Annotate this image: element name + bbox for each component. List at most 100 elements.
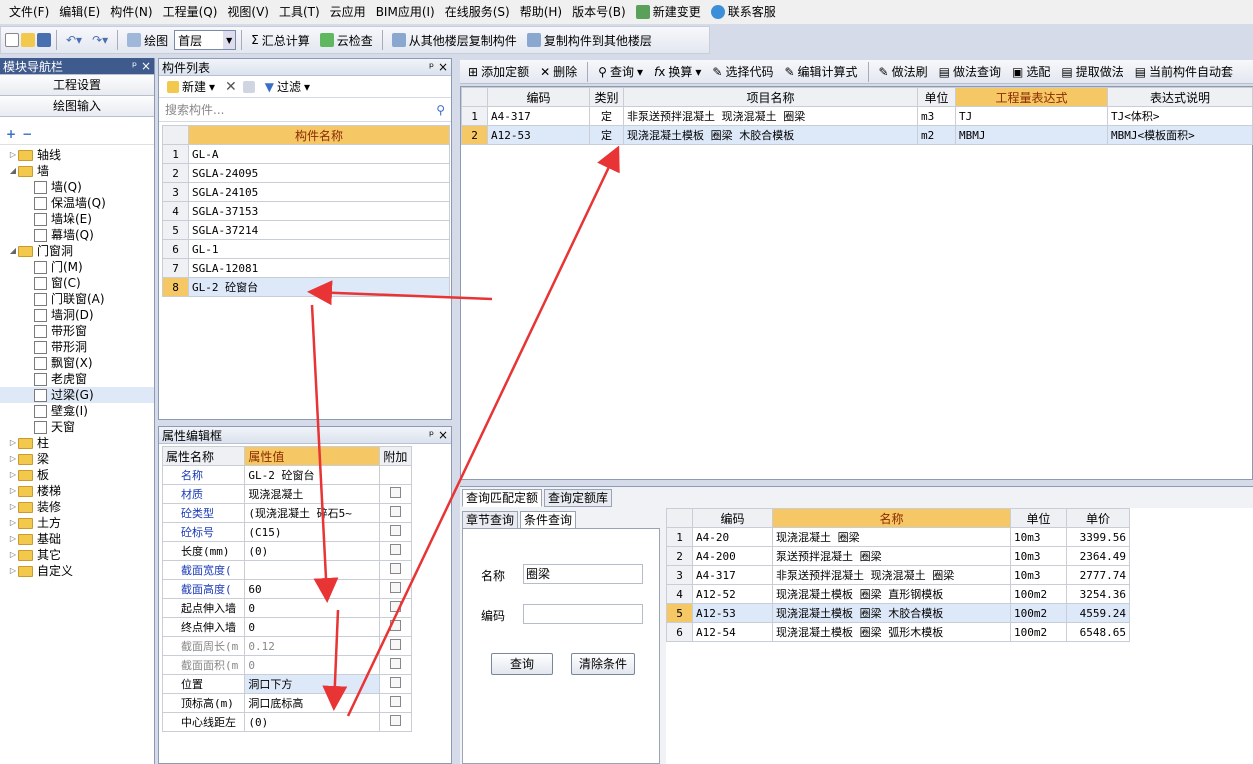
quota-name-cell[interactable]: 现浇混凝土模板 圈梁 木胶合模板 — [623, 125, 918, 145]
tree-node[interactable]: 墙洞(D) — [0, 307, 154, 323]
extra-checkbox[interactable] — [389, 620, 401, 631]
draw-button[interactable]: 绘图 — [123, 29, 172, 51]
tree-node[interactable]: ▷ 土方 — [0, 515, 154, 531]
quota-desc-cell[interactable]: MBMJ<模板面积> — [1107, 125, 1253, 145]
tree-node[interactable]: ▷ 柱 — [0, 435, 154, 451]
extra-checkbox[interactable] — [389, 487, 401, 498]
save-icon[interactable] — [37, 33, 51, 47]
component-row[interactable]: 7 SGLA-12081 — [162, 258, 450, 278]
code-field[interactable] — [523, 604, 643, 624]
tab-condition-query[interactable]: 条件查询 — [520, 511, 577, 529]
property-row[interactable]: 位置 洞口下方 — [161, 674, 413, 694]
expand-all-icon[interactable]: + — [6, 127, 16, 141]
expand-toggle-icon[interactable]: ◢ — [8, 163, 18, 179]
expand-toggle-icon[interactable]: ▷ — [8, 467, 18, 483]
property-value[interactable] — [244, 560, 380, 580]
auto-apply-button[interactable]: ▤ 当前构件自动套 — [1131, 61, 1237, 83]
floor-select[interactable]: 首层 ▼ — [174, 30, 237, 50]
extra-checkbox[interactable] — [389, 696, 401, 707]
tab-chapter-query[interactable]: 章节查询 — [462, 511, 519, 529]
menu-cloud[interactable]: 云应用 — [325, 1, 371, 23]
menu-file[interactable]: 文件(F) — [4, 1, 54, 23]
tree-node[interactable]: 壁龛(I) — [0, 403, 154, 419]
query-button[interactable]: 查询 — [491, 653, 553, 675]
tree-node[interactable]: 过梁(G) — [0, 387, 154, 403]
delete-button[interactable]: ✕ 删除 — [536, 61, 581, 83]
property-row[interactable]: 中心线距左 (0) — [161, 712, 413, 732]
select-code-button[interactable]: ✎ 选择代码 — [708, 61, 777, 83]
extra-checkbox[interactable] — [389, 639, 401, 650]
expand-toggle-icon[interactable]: ▷ — [8, 547, 18, 563]
tree-node[interactable]: 飘窗(X) — [0, 355, 154, 371]
component-row[interactable]: 5 SGLA-37214 — [162, 220, 450, 240]
menu-bim[interactable]: BIM应用(I) — [371, 1, 440, 23]
result-row[interactable]: 4 A12-52 现浇混凝土模板 圈梁 直形钢模板 100m2 3254.36 — [666, 584, 1130, 604]
expand-toggle-icon[interactable]: ▷ — [8, 515, 18, 531]
copy-from-floor-button[interactable]: 从其他楼层复制构件 — [388, 29, 521, 51]
pin-icon[interactable]: ᵖ × — [429, 60, 448, 74]
menu-tools[interactable]: 工具(T) — [274, 1, 325, 23]
extra-checkbox[interactable] — [389, 544, 401, 555]
component-row[interactable]: 2 SGLA-24095 — [162, 163, 450, 183]
quota-row[interactable]: 1 A4-317 定非泵送预拌混凝土 现浇混凝土 圈梁 m3 TJ TJ<体积> — [461, 106, 1253, 126]
result-row[interactable]: 2 A4-200 泵送预拌混凝土 圈梁 10m3 2364.49 — [666, 546, 1130, 566]
component-row[interactable]: 3 SGLA-24105 — [162, 182, 450, 202]
component-row[interactable]: 8 GL-2 砼窗台 — [162, 277, 450, 297]
edit-formula-button[interactable]: ✎ 编辑计算式 — [780, 61, 861, 83]
tree-node[interactable]: ▷ 基础 — [0, 531, 154, 547]
property-row[interactable]: 长度(mm) (0) — [161, 541, 413, 561]
property-value[interactable]: 0 — [244, 617, 380, 637]
tab-quota-library[interactable]: 查询定额库 — [544, 489, 613, 507]
quota-name-cell[interactable]: 非泵送预拌混凝土 现浇混凝土 圈梁 — [623, 106, 918, 126]
menu-component[interactable]: 构件(N) — [105, 1, 157, 23]
result-row[interactable]: 3 A4-317 非泵送预拌混凝土 现浇混凝土 圈梁 10m3 2777.74 — [666, 565, 1130, 585]
property-value[interactable]: 0.12 — [244, 636, 380, 656]
property-value[interactable]: (C15) — [244, 522, 380, 542]
contact-support-menu[interactable]: 联系客服 — [706, 1, 781, 23]
cloud-check-button[interactable]: 云检查 — [316, 29, 377, 51]
tree-node[interactable]: 带形窗 — [0, 323, 154, 339]
tree-node[interactable]: 带形洞 — [0, 339, 154, 355]
property-row[interactable]: 截面宽度( — [161, 560, 413, 580]
property-value[interactable]: 60 — [244, 579, 380, 599]
quota-row[interactable]: 2 A12-53 定现浇混凝土模板 圈梁 木胶合模板 m2 MBMJ MBMJ<模板面积> — [461, 125, 1253, 145]
component-row[interactable]: 1 GL-A — [162, 144, 450, 164]
menu-view[interactable]: 视图(V) — [222, 1, 274, 23]
expand-toggle-icon[interactable]: ▷ — [8, 531, 18, 547]
quota-unit-cell[interactable]: m3 — [917, 106, 956, 126]
property-row[interactable]: 顶标高(m) 洞口底标高 — [161, 693, 413, 713]
new-file-icon[interactable] — [5, 33, 19, 47]
property-value[interactable]: 0 — [244, 598, 380, 618]
quota-type-cell[interactable]: 定 — [589, 106, 624, 126]
extra-checkbox[interactable] — [389, 715, 401, 726]
property-value[interactable]: 0 — [244, 655, 380, 675]
tree-node[interactable]: 门(M) — [0, 259, 154, 275]
tree-node[interactable]: ▷ 板 — [0, 467, 154, 483]
quota-code-cell[interactable]: A4-317 — [487, 106, 590, 126]
new-change-menu[interactable]: 新建变更 — [631, 1, 706, 23]
search-input[interactable]: 搜索构件... — [165, 101, 224, 118]
tree-node[interactable]: ▷ 梁 — [0, 451, 154, 467]
extra-checkbox[interactable] — [389, 506, 401, 517]
property-value[interactable]: (0) — [244, 712, 380, 732]
clear-conditions-button[interactable]: 清除条件 — [571, 653, 635, 675]
method-query-button[interactable]: ▤ 做法查询 — [935, 61, 1005, 83]
tree-node[interactable]: ▷ 其它 — [0, 547, 154, 563]
property-value[interactable]: 现浇混凝土 — [244, 484, 380, 504]
property-row[interactable]: 截面面积(m 0 — [161, 655, 413, 675]
extra-checkbox[interactable] — [389, 582, 401, 593]
property-row[interactable]: 起点伸入墙 0 — [161, 598, 413, 618]
component-search[interactable]: 搜索构件... ⚲ — [159, 98, 451, 122]
property-value[interactable]: 洞口底标高 — [244, 693, 380, 713]
expand-toggle-icon[interactable]: ◢ — [8, 243, 18, 259]
collapse-all-icon[interactable]: − — [22, 127, 32, 141]
copy-to-floor-button[interactable]: 复制构件到其他楼层 — [523, 29, 656, 51]
quota-unit-cell[interactable]: m2 — [917, 125, 956, 145]
menu-help[interactable]: 帮助(H) — [515, 1, 567, 23]
tree-node[interactable]: ◢ 门窗洞 — [0, 243, 154, 259]
expand-toggle-icon[interactable]: ▷ — [8, 483, 18, 499]
extra-checkbox[interactable] — [389, 563, 401, 574]
result-row[interactable]: 1 A4-20 现浇混凝土 圈梁 10m3 3399.56 — [666, 527, 1130, 547]
quota-expr-cell[interactable]: MBMJ — [955, 125, 1108, 145]
tree-node[interactable]: ▷ 轴线 — [0, 147, 154, 163]
